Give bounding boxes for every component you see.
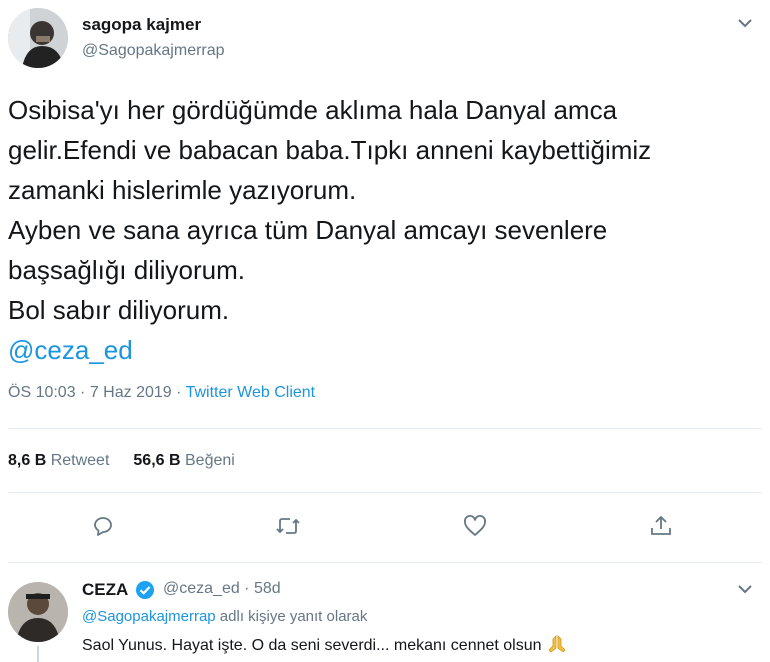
likes-stat[interactable]: 56,6 B Beğeni <box>133 452 234 469</box>
folded-hands-icon <box>546 634 568 654</box>
main-tweet: sagopa kajmer @Sagopakajmerrap Osibisa'y… <box>0 0 770 574</box>
reply-context-text: adlı kişiye yanıt olarak <box>215 608 368 625</box>
tweet-text-line: Bol sabır diliyorum. <box>8 295 230 325</box>
reply-text: Saol Yunus. Hayat işte. O da seni severd… <box>82 637 542 654</box>
tweet-text-line: başsağlığı diliyorum. <box>8 255 245 285</box>
reply-author-name[interactable]: CEZA <box>82 580 128 600</box>
thread-line <box>37 646 39 662</box>
tweet-text-line: Ayben ve sana ayrıca tüm Danyal amcayı s… <box>8 215 608 245</box>
reply-tweet[interactable]: CEZA @ceza_ed · 58d @Sagopakajmerrap adl… <box>0 574 770 662</box>
tweet-text-line: zamanki hislerimle yazıyorum. <box>8 175 357 205</box>
reply-context-mention[interactable]: @Sagopakajmerrap <box>82 608 216 625</box>
author-name[interactable]: sagopa kajmer <box>82 15 201 35</box>
likes-label: Beğeni <box>185 452 235 469</box>
chevron-down-icon[interactable] <box>734 578 756 600</box>
reply-avatar[interactable] <box>8 582 68 642</box>
reply-icon[interactable] <box>83 506 123 546</box>
retweet-icon[interactable] <box>268 506 308 546</box>
tweet-text-line: Osibisa'yı her gördüğümde aklıma hala Da… <box>8 95 618 125</box>
author-handle[interactable]: @Sagopakajmerrap <box>82 42 225 60</box>
divider <box>8 428 762 429</box>
client-link[interactable]: Twitter Web Client <box>186 384 316 401</box>
action-bar <box>0 506 770 546</box>
chevron-down-icon[interactable] <box>734 12 756 34</box>
author-avatar[interactable] <box>8 8 68 68</box>
likes-count: 56,6 B <box>133 452 181 469</box>
reply-context: @Sagopakajmerrap adlı kişiye yanıt olara… <box>82 608 367 625</box>
verified-badge-icon <box>135 580 155 600</box>
divider <box>8 562 762 563</box>
reply-handle-time[interactable]: @ceza_ed · 58d <box>163 580 281 598</box>
share-icon[interactable] <box>641 506 681 546</box>
retweets-stat[interactable]: 8,6 B Retweet <box>8 452 109 469</box>
tweet-text: Osibisa'yı her gördüğümde aklıma hala Da… <box>8 90 758 370</box>
reply-text-wrap: Saol Yunus. Hayat işte. O da seni severd… <box>82 634 568 655</box>
heart-icon[interactable] <box>455 506 495 546</box>
retweets-label: Retweet <box>50 452 110 469</box>
tweet-stats: 8,6 B Retweet 56,6 B Beğeni <box>8 452 235 470</box>
tweet-text-line: gelir.Efendi ve babacan baba.Tıpkı annen… <box>8 135 652 165</box>
retweets-count: 8,6 B <box>8 452 47 469</box>
timestamp[interactable]: ÖS 10:03 · 7 Haz 2019 · <box>8 384 186 401</box>
divider <box>8 492 762 493</box>
tweet-meta: ÖS 10:03 · 7 Haz 2019 · Twitter Web Clie… <box>8 384 315 402</box>
mention-link[interactable]: @ceza_ed <box>8 330 758 370</box>
